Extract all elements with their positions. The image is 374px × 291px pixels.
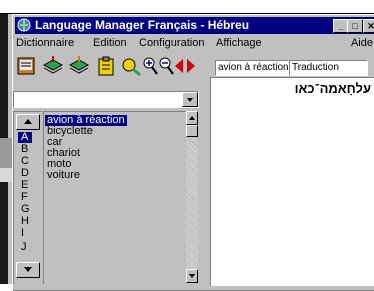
letter-a[interactable]: A <box>18 132 32 143</box>
letter-j[interactable]: J <box>21 242 35 253</box>
letter-d[interactable]: D <box>21 168 35 179</box>
clipboard-icon[interactable] <box>95 55 117 77</box>
desktop-top-area <box>0 0 374 14</box>
menu-configuration[interactable]: Configuration <box>139 37 204 49</box>
combo-dropdown-button[interactable] <box>182 92 198 107</box>
menu-dictionnaire[interactable]: Dictionnaire <box>16 37 74 49</box>
list-item[interactable]: voiture <box>47 170 80 181</box>
dictionary-combo[interactable] <box>13 91 199 108</box>
scroll-thumb[interactable] <box>186 125 198 137</box>
letter-down-button[interactable] <box>16 262 40 278</box>
letter-g[interactable]: G <box>21 204 35 215</box>
title-bar[interactable]: Language Manager Français - Hébreu _ □ ✕ <box>15 17 374 34</box>
menu-affichage[interactable]: Affichage <box>216 37 262 49</box>
pane-splitter[interactable] <box>199 77 209 285</box>
scroll-up-button[interactable] <box>186 111 198 125</box>
menu-aide[interactable]: Aide <box>351 37 373 49</box>
book-green-icon[interactable] <box>68 55 90 77</box>
letter-c[interactable]: C <box>21 156 35 167</box>
app-window: Language Manager Français - Hébreu _ □ ✕… <box>12 14 374 291</box>
next-arrow-icon[interactable] <box>185 55 197 77</box>
translation-pane[interactable]: עלחָאמה־כאו <box>210 77 374 286</box>
scroll-down-button[interactable] <box>186 269 198 283</box>
letter-index: A B C D E F G H I J <box>13 111 42 284</box>
letter-e[interactable]: E <box>21 180 35 191</box>
letter-f[interactable]: F <box>21 192 35 203</box>
maximize-button[interactable]: □ <box>347 19 363 33</box>
arrow-down-icon <box>24 267 32 272</box>
letter-b[interactable]: B <box>21 144 35 155</box>
window-title: Language Manager Français - Hébreu <box>35 18 250 32</box>
word-list-scrollbar[interactable] <box>186 111 198 283</box>
current-word-field[interactable]: avion à réaction <box>215 60 289 76</box>
menu-bar: Dictionnaire Edition Configuration Affic… <box>15 36 374 52</box>
chevron-down-icon <box>187 98 193 102</box>
translation-text: עלחָאמה־כאו <box>294 81 371 96</box>
dictionary-icon[interactable] <box>16 55 38 77</box>
arrow-up-icon <box>24 119 32 124</box>
translation-label-field[interactable]: Traduction <box>289 60 368 76</box>
letter-h[interactable]: H <box>21 216 35 227</box>
tools-icon[interactable] <box>120 55 142 77</box>
letter-i[interactable]: I <box>21 228 35 239</box>
arrow-down-icon <box>189 274 195 278</box>
arrow-up-icon <box>189 116 195 120</box>
letter-up-button[interactable] <box>16 114 40 130</box>
app-globe-icon[interactable] <box>17 18 31 32</box>
word-list: avion à réaction bicyclette car chariot … <box>43 111 186 284</box>
menu-edition[interactable]: Edition <box>93 37 127 49</box>
prev-arrow-icon[interactable] <box>173 55 185 77</box>
close-button[interactable]: ✕ <box>363 19 374 33</box>
book-icon[interactable] <box>42 55 64 77</box>
